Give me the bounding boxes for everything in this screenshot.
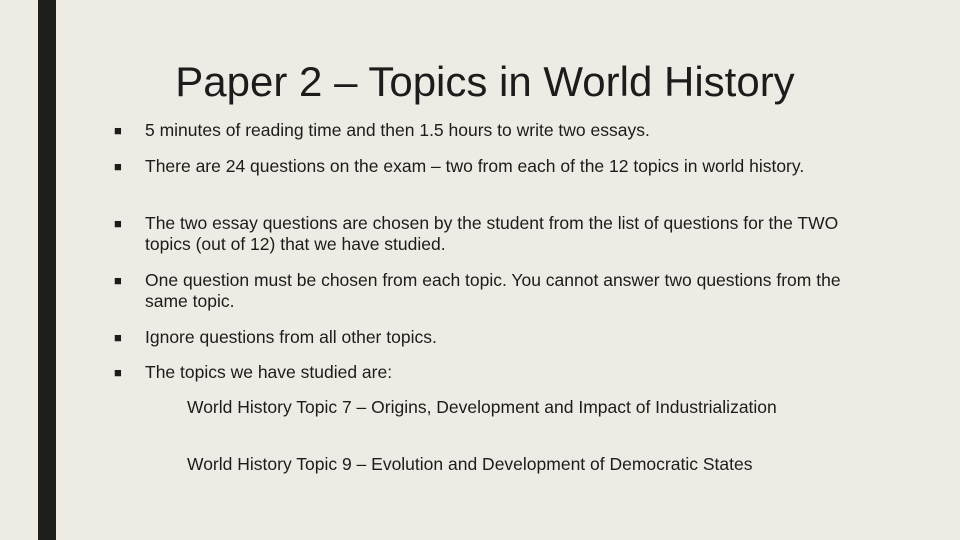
bullet-square-icon: ■ bbox=[114, 216, 122, 231]
slide: Paper 2 – Topics in World History ■ 5 mi… bbox=[0, 0, 960, 540]
topic-line-industrialization: World History Topic 7 – Origins, Develop… bbox=[187, 397, 777, 417]
bullet-item-topics-intro: ■ The topics we have studied are: bbox=[114, 362, 854, 383]
bullet-square-icon: ■ bbox=[114, 273, 122, 288]
bullet-text: There are 24 questions on the exam – two… bbox=[145, 156, 805, 176]
bullet-square-icon: ■ bbox=[114, 365, 122, 380]
bullet-text: 5 minutes of reading time and then 1.5 h… bbox=[145, 120, 650, 140]
bullet-text: One question must be chosen from each to… bbox=[145, 270, 841, 311]
bullet-text: The two essay questions are chosen by th… bbox=[145, 213, 839, 254]
bullet-text: Ignore questions from all other topics. bbox=[145, 327, 437, 347]
left-accent-bar bbox=[38, 0, 56, 540]
bullet-item-reading-time: ■ 5 minutes of reading time and then 1.5… bbox=[114, 120, 854, 141]
bullet-square-icon: ■ bbox=[114, 159, 122, 174]
bullet-item-essay-choice: ■ The two essay questions are chosen by … bbox=[114, 213, 854, 255]
slide-title: Paper 2 – Topics in World History bbox=[175, 58, 795, 105]
bullet-square-icon: ■ bbox=[114, 330, 122, 345]
topic-line-democratic-states: World History Topic 9 – Evolution and De… bbox=[187, 454, 753, 474]
bullet-text: The topics we have studied are: bbox=[145, 362, 393, 382]
bullet-item-question-count: ■ There are 24 questions on the exam – t… bbox=[114, 156, 854, 177]
bullet-square-icon: ■ bbox=[114, 123, 122, 138]
bullet-item-ignore-others: ■ Ignore questions from all other topics… bbox=[114, 327, 854, 348]
bullet-item-one-per-topic: ■ One question must be chosen from each … bbox=[114, 270, 854, 312]
